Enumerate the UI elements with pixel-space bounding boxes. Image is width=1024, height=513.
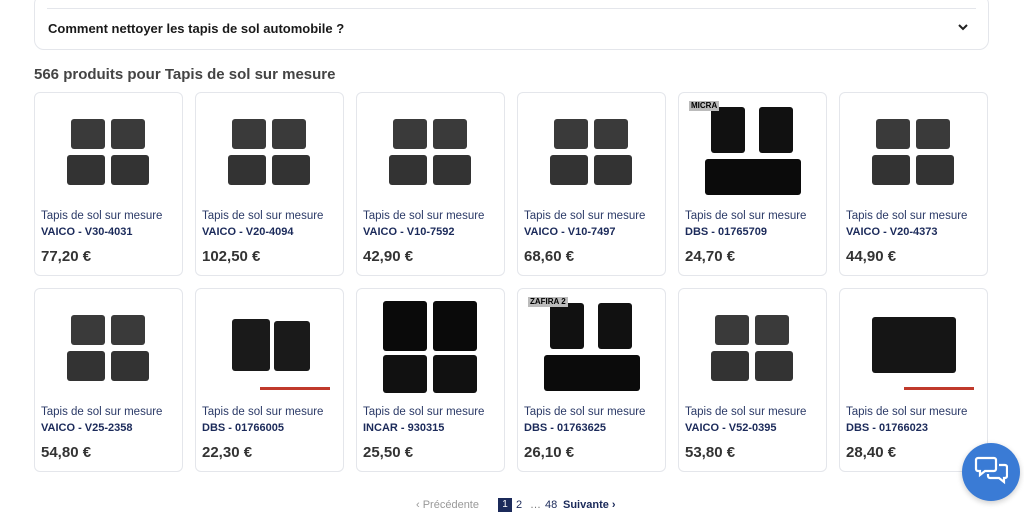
product-card[interactable]: ZAFIRA 2 Tapis de sol sur mesure DBS - 017… bbox=[517, 288, 666, 472]
pagination: ‹ Précédente 1 2 … 48 Suivante › bbox=[0, 497, 1024, 513]
product-reference[interactable]: INCAR - 930315 bbox=[363, 422, 444, 434]
product-image[interactable] bbox=[848, 295, 979, 399]
product-image[interactable] bbox=[526, 99, 657, 203]
product-price: 53,80 € bbox=[685, 444, 736, 461]
image-model-tag: ZAFIRA 2 bbox=[528, 297, 568, 307]
product-image[interactable] bbox=[43, 99, 174, 203]
product-reference[interactable]: DBS - 01766023 bbox=[846, 422, 928, 434]
product-card[interactable]: Tapis de sol sur mesure DBS - 01766023 28,… bbox=[839, 288, 988, 472]
product-price: 22,30 € bbox=[202, 444, 253, 461]
product-name[interactable]: Tapis de sol sur mesure bbox=[363, 406, 484, 418]
product-price: 77,20 € bbox=[41, 248, 92, 265]
product-reference[interactable]: VAICO - V20-4373 bbox=[846, 226, 938, 238]
product-name[interactable]: Tapis de sol sur mesure bbox=[685, 210, 806, 222]
product-name[interactable]: Tapis de sol sur mesure bbox=[846, 210, 967, 222]
product-image[interactable]: ZAFIRA 2 bbox=[526, 295, 657, 399]
product-name[interactable]: Tapis de sol sur mesure bbox=[685, 406, 806, 418]
product-image[interactable] bbox=[848, 99, 979, 203]
chat-bubbles-icon bbox=[974, 455, 1009, 490]
product-card[interactable]: Tapis de sol sur mesure INCAR - 930315 25,… bbox=[356, 288, 505, 472]
product-name[interactable]: Tapis de sol sur mesure bbox=[41, 406, 162, 418]
product-reference[interactable]: VAICO - V20-4094 bbox=[202, 226, 294, 238]
product-image[interactable] bbox=[204, 99, 335, 203]
product-price: 102,50 € bbox=[202, 248, 261, 265]
product-name[interactable]: Tapis de sol sur mesure bbox=[202, 406, 323, 418]
product-card[interactable]: Tapis de sol sur mesure VAICO - V10-7497 6… bbox=[517, 92, 666, 276]
product-image[interactable] bbox=[365, 295, 496, 399]
results-heading: 566 produits pour Tapis de sol sur mesur… bbox=[34, 66, 336, 83]
product-image[interactable] bbox=[204, 295, 335, 399]
product-reference[interactable]: VAICO - V52-0395 bbox=[685, 422, 777, 434]
faq-divider bbox=[47, 8, 976, 9]
product-card[interactable]: MICRA Tapis de sol sur mesure DBS - 017657… bbox=[678, 92, 827, 276]
image-model-tag: MICRA bbox=[689, 101, 720, 111]
product-image[interactable] bbox=[365, 99, 496, 203]
product-price: 68,60 € bbox=[524, 248, 575, 265]
product-image[interactable]: MICRA bbox=[687, 99, 818, 203]
page-last-link[interactable]: 48 bbox=[545, 499, 557, 511]
product-name[interactable]: Tapis de sol sur mesure bbox=[202, 210, 323, 222]
product-reference[interactable]: DBS - 01763625 bbox=[524, 422, 606, 434]
product-reference[interactable]: VAICO - V30-4031 bbox=[41, 226, 133, 238]
product-name[interactable]: Tapis de sol sur mesure bbox=[846, 406, 967, 418]
product-name[interactable]: Tapis de sol sur mesure bbox=[363, 210, 484, 222]
product-card[interactable]: Tapis de sol sur mesure VAICO - V10-7592 4… bbox=[356, 92, 505, 276]
product-price: 54,80 € bbox=[41, 444, 92, 461]
product-name[interactable]: Tapis de sol sur mesure bbox=[524, 406, 645, 418]
next-page-link[interactable]: Suivante › bbox=[563, 499, 616, 511]
product-card[interactable]: Tapis de sol sur mesure VAICO - V20-4094 1… bbox=[195, 92, 344, 276]
product-reference[interactable]: VAICO - V10-7497 bbox=[524, 226, 616, 238]
prev-page-link[interactable]: ‹ Précédente bbox=[416, 499, 479, 511]
product-reference[interactable]: DBS - 01766005 bbox=[202, 422, 284, 434]
product-card[interactable]: Tapis de sol sur mesure VAICO - V30-4031 7… bbox=[34, 92, 183, 276]
product-price: 28,40 € bbox=[846, 444, 897, 461]
chevron-down-icon[interactable] bbox=[956, 20, 970, 34]
page-1-button[interactable]: 1 bbox=[498, 498, 512, 512]
product-price: 44,90 € bbox=[846, 248, 897, 265]
product-card[interactable]: Tapis de sol sur mesure VAICO - V25-2358 5… bbox=[34, 288, 183, 472]
product-price: 25,50 € bbox=[363, 444, 414, 461]
product-image[interactable] bbox=[43, 295, 174, 399]
product-price: 26,10 € bbox=[524, 444, 575, 461]
product-grid: Tapis de sol sur mesure VAICO - V30-4031 7… bbox=[34, 92, 990, 472]
product-reference[interactable]: VAICO - V10-7592 bbox=[363, 226, 455, 238]
product-image[interactable] bbox=[687, 295, 818, 399]
product-reference[interactable]: DBS - 01765709 bbox=[685, 226, 767, 238]
product-name[interactable]: Tapis de sol sur mesure bbox=[524, 210, 645, 222]
faq-question[interactable]: Comment nettoyer les tapis de sol automo… bbox=[48, 21, 344, 36]
product-price: 24,70 € bbox=[685, 248, 736, 265]
product-card[interactable]: Tapis de sol sur mesure DBS - 01766005 22,… bbox=[195, 288, 344, 472]
product-price: 42,90 € bbox=[363, 248, 414, 265]
faq-item[interactable]: Comment nettoyer les tapis de sol automo… bbox=[34, 0, 989, 50]
page-ellipsis: … bbox=[530, 499, 541, 511]
product-card[interactable]: Tapis de sol sur mesure VAICO - V20-4373 4… bbox=[839, 92, 988, 276]
product-reference[interactable]: VAICO - V25-2358 bbox=[41, 422, 133, 434]
page-2-link[interactable]: 2 bbox=[516, 499, 522, 511]
chat-button[interactable] bbox=[962, 443, 1020, 501]
product-name[interactable]: Tapis de sol sur mesure bbox=[41, 210, 162, 222]
product-card[interactable]: Tapis de sol sur mesure VAICO - V52-0395 5… bbox=[678, 288, 827, 472]
